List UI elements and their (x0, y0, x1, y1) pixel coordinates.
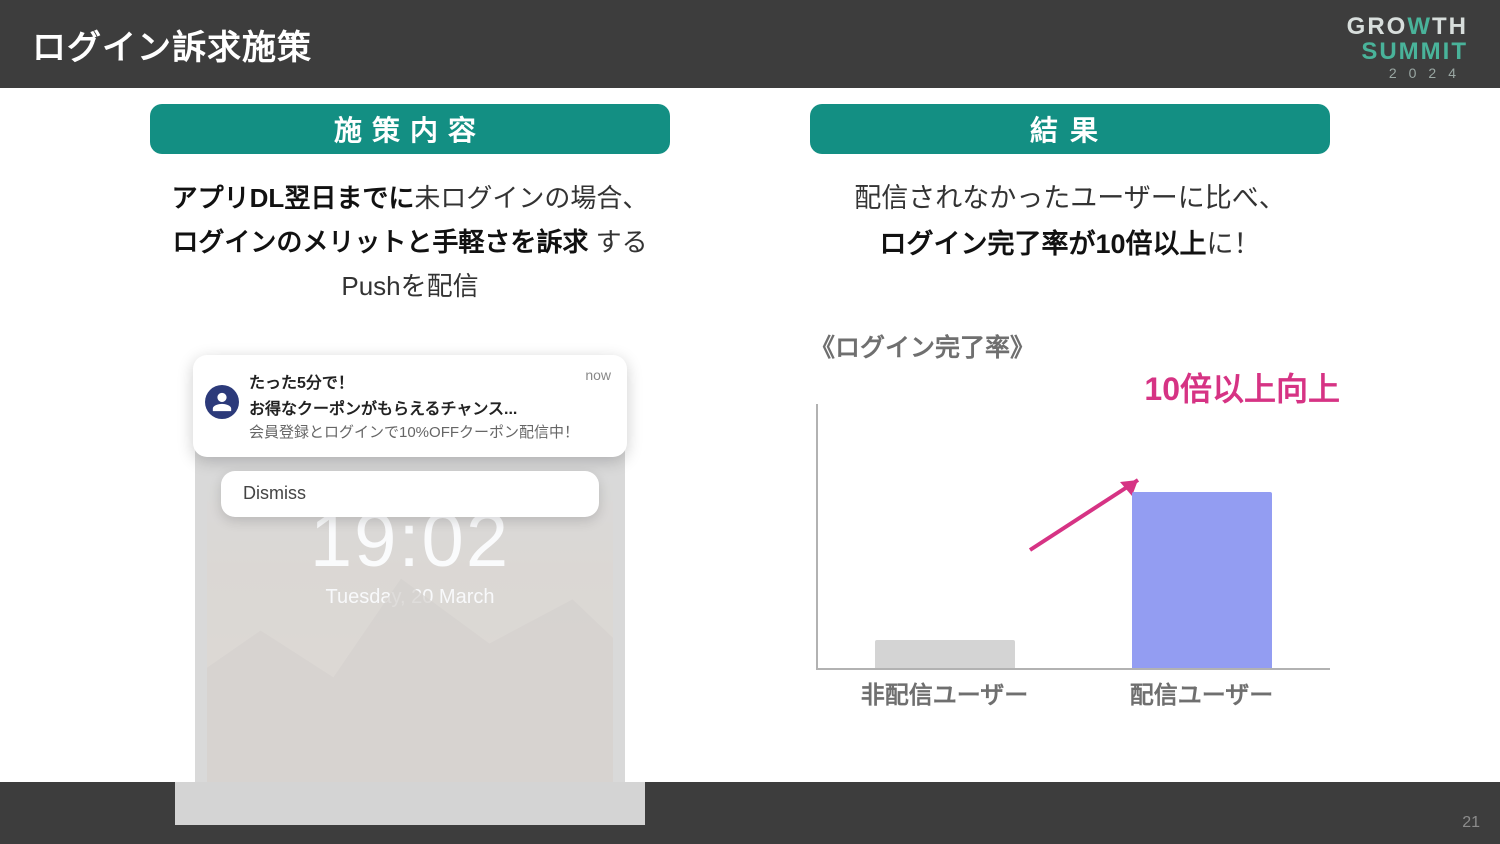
slide: ログイン訴求施策 GROWTH SUMMIT 2024 施策内容 アプリDL翌日… (0, 0, 1500, 844)
bar-column (816, 640, 1073, 668)
push-notification: now たった5分で！ お得なクーポンがもらえるチャンス... 会員登録とログイ… (193, 355, 627, 457)
dismiss-label: Dismiss (243, 483, 306, 504)
right-description: 配信されなかったユーザーに比べ、 ログイン完了率が10倍以上に！ (810, 176, 1330, 268)
notification-app-icon (205, 385, 239, 419)
left-column: 施策内容 アプリDL翌日までに未ログインの場合、 ログインのメリットと手軽さを訴… (0, 88, 730, 782)
bar-delivered (1132, 492, 1272, 668)
right-column: 結果 配信されなかったユーザーに比べ、 ログイン完了率が10倍以上に！ 《ログイ… (730, 88, 1500, 782)
x-axis (816, 668, 1330, 670)
logo-line-3: 2024 (1347, 66, 1468, 81)
logo-text: TH (1432, 13, 1468, 40)
event-logo: GROWTH SUMMIT 2024 (1347, 14, 1468, 81)
footer-bar: 21 (0, 782, 1500, 844)
x-axis-labels: 非配信ユーザー 配信ユーザー (816, 675, 1330, 710)
x-label: 配信ユーザー (1073, 675, 1330, 710)
body-text: に！ (1207, 229, 1261, 259)
content-area: 施策内容 アプリDL翌日までに未ログインの場合、 ログインのメリットと手軽さを訴… (0, 88, 1500, 782)
header-bar: ログイン訴求施策 GROWTH SUMMIT 2024 (0, 0, 1500, 88)
logo-text: GRO (1347, 13, 1408, 40)
bar-non-delivered (875, 640, 1015, 668)
section-header-right: 結果 (810, 104, 1330, 154)
section-header-left: 施策内容 (150, 104, 670, 154)
page-title: ログイン訴求施策 (32, 20, 312, 69)
body-text: 配信されなかったユーザーに比べ、 (854, 183, 1285, 213)
body-text: 未ログインの場合、 (414, 183, 648, 213)
page-number: 21 (1462, 814, 1480, 832)
logo-line-2: SUMMIT (1347, 39, 1468, 64)
notification-title-2: お得なクーポンがもらえるチャンス... (249, 395, 609, 419)
dismiss-button[interactable]: Dismiss (221, 471, 599, 517)
phone-mockup: Blueprint 19:02 19:02 Tuesday, 20 March (175, 355, 645, 825)
notification-body: 会員登録とログインで10%OFFクーポン配信中！ (249, 423, 609, 443)
logo-text: W (1407, 13, 1432, 40)
emphasis-text: ログインのメリットと手軽さを訴求 (172, 227, 588, 257)
notification-timestamp: now (585, 367, 611, 383)
bars-area (816, 404, 1330, 668)
bar-column (1073, 492, 1330, 668)
notification-title-1: たった5分で！ (249, 369, 609, 393)
chart-title: 《ログイン完了率》 (810, 328, 1330, 364)
bar-chart: 10倍以上向上 非 (810, 404, 1330, 704)
person-icon (211, 391, 233, 413)
left-description: アプリDL翌日までに未ログインの場合、 ログインのメリットと手軽さを訴求 するP… (150, 176, 670, 309)
logo-line-1: GROWTH (1347, 14, 1468, 39)
emphasis-text: アプリDL翌日までに (172, 183, 415, 213)
x-label: 非配信ユーザー (816, 675, 1073, 710)
emphasis-text: ログイン完了率が10倍以上 (879, 229, 1206, 259)
